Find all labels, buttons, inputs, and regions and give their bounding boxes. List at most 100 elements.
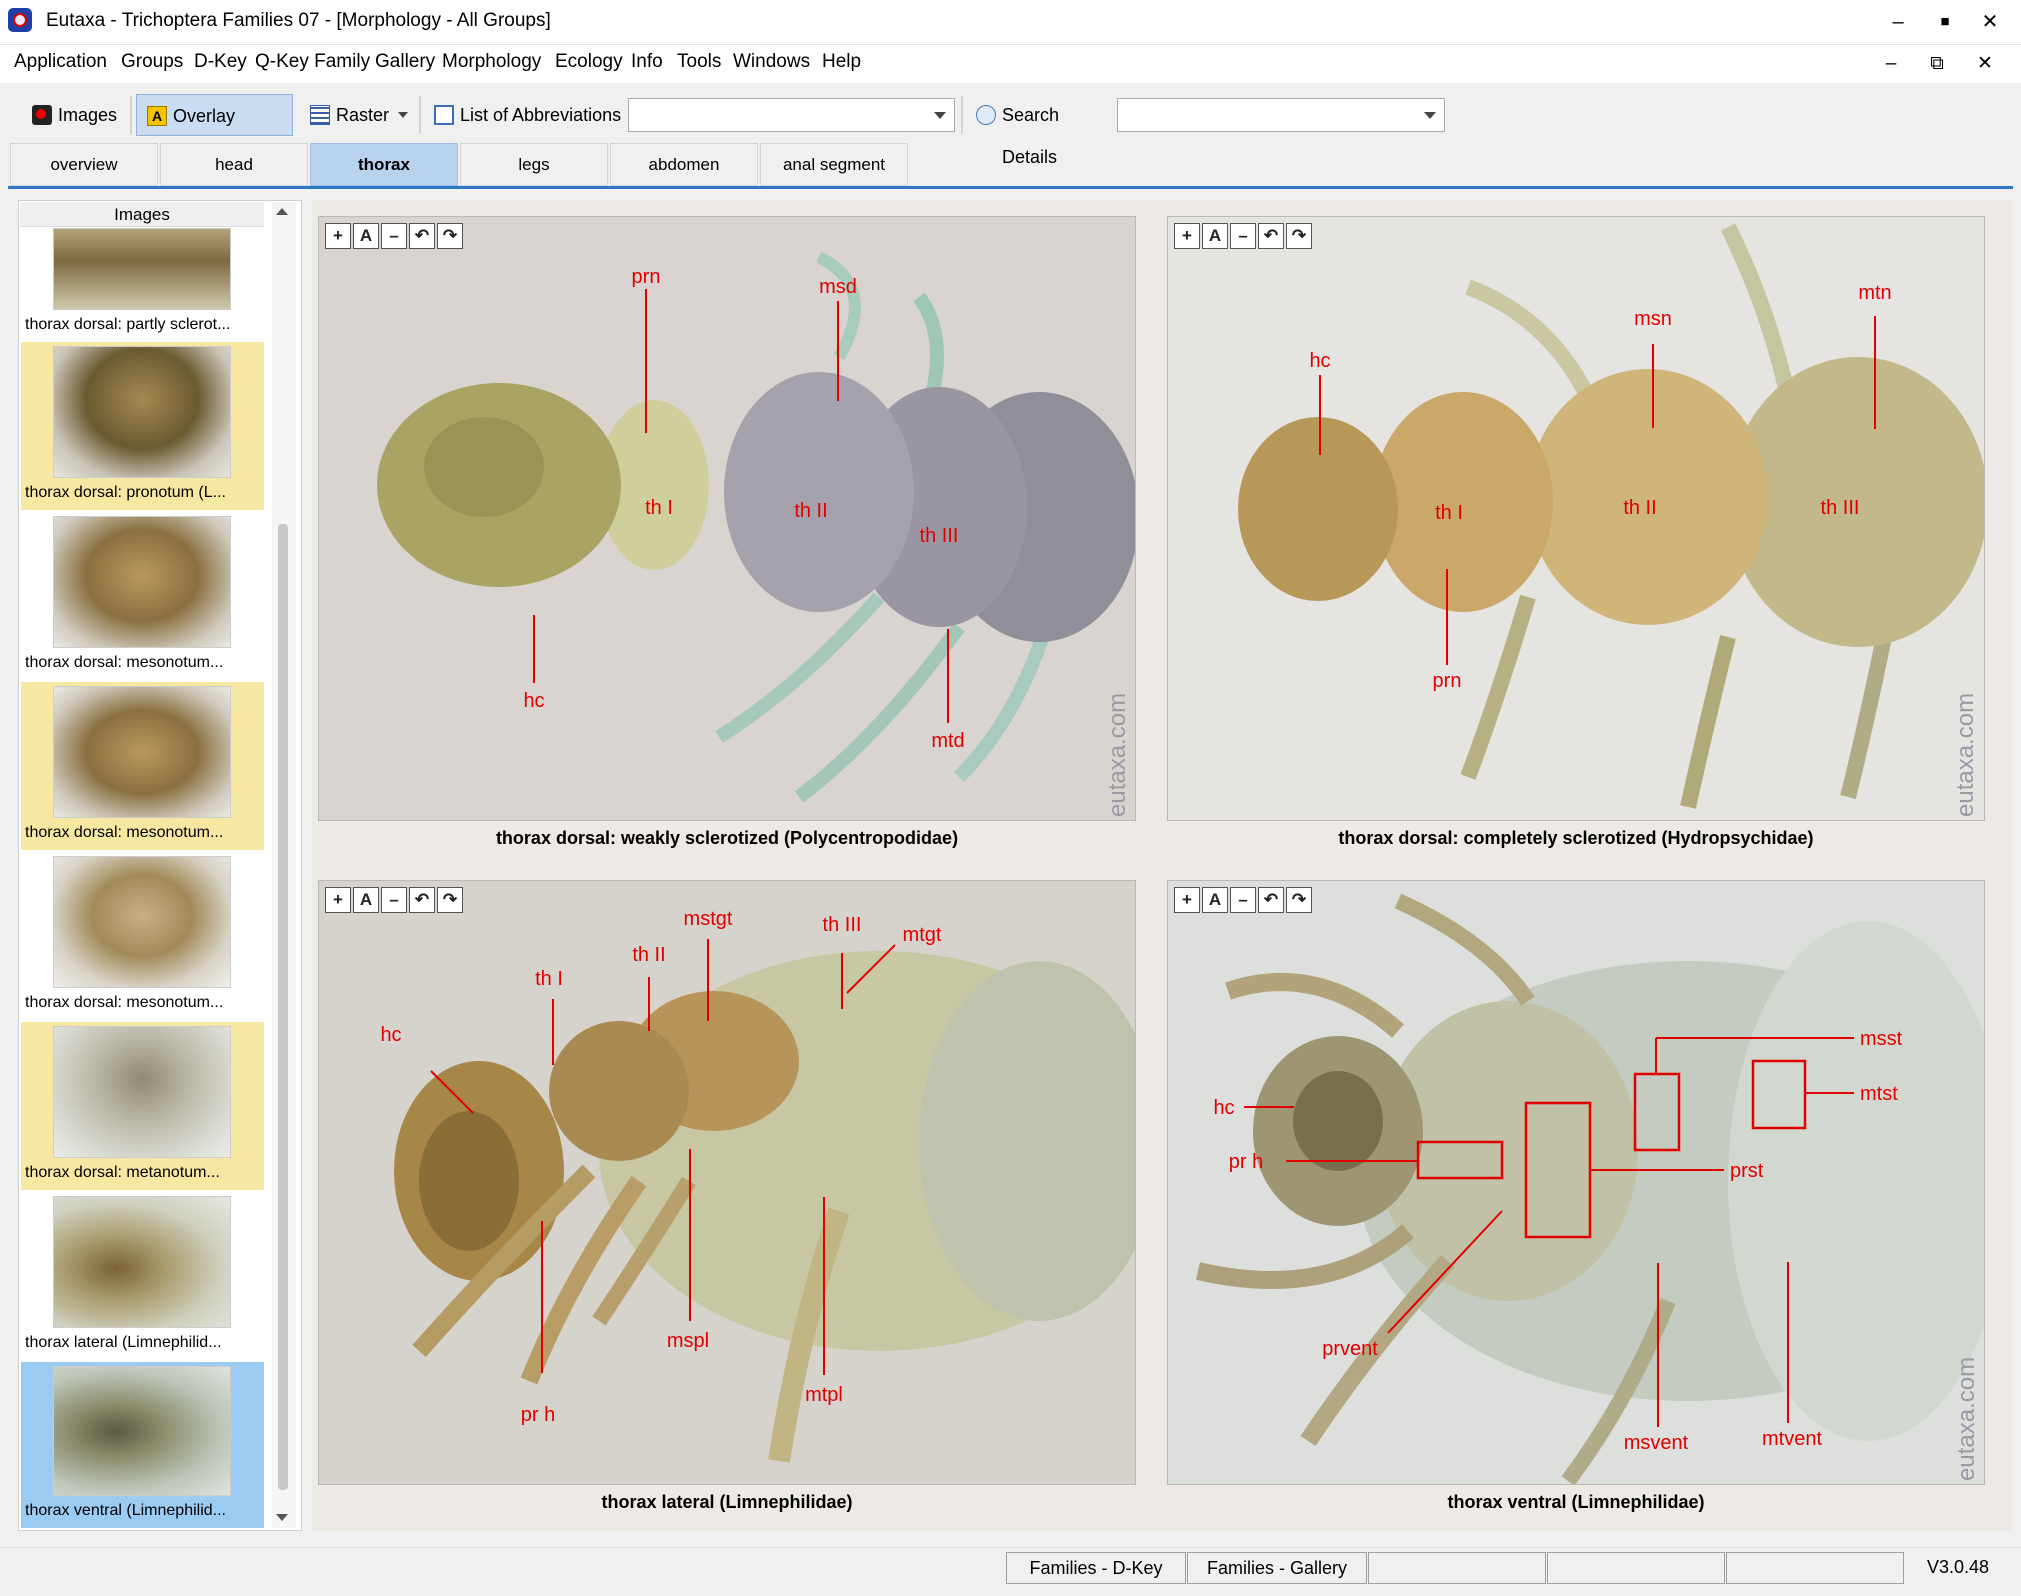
text-overlay-icon[interactable]: A — [353, 887, 379, 913]
annotation-label: th I — [645, 497, 673, 519]
zoom-out-icon[interactable]: – — [1230, 887, 1256, 913]
tab-legs[interactable]: legs — [460, 143, 608, 186]
rotate-right-icon[interactable]: ↷ — [437, 887, 463, 913]
chevron-down-icon[interactable] — [1424, 112, 1436, 119]
text-overlay-icon[interactable]: A — [353, 223, 379, 249]
rotate-left-icon[interactable]: ↶ — [1258, 223, 1284, 249]
watermark: eutaxa.com — [1953, 1357, 1980, 1481]
text-overlay-icon[interactable]: A — [1202, 223, 1228, 249]
rotate-left-icon[interactable]: ↶ — [409, 223, 435, 249]
close-button[interactable]: ✕ — [1970, 6, 2010, 38]
thumbnail-image — [53, 686, 231, 818]
menu-tools[interactable]: Tools — [677, 51, 721, 73]
chevron-down-icon[interactable] — [934, 112, 946, 119]
zoom-in-icon[interactable]: + — [325, 887, 351, 913]
annotation-label: mtgt — [903, 924, 942, 946]
mdi-close-button[interactable]: ✕ — [1968, 50, 2002, 78]
overlay-toggle-button[interactable]: A Overlay On/Off — [136, 94, 293, 168]
image-caption: thorax ventral (Limnephilidae) — [1447, 1492, 1705, 1512]
larva-photo-dorsal-complete: hc msn mtn th I th II th III prn eutaxa.… — [1168, 217, 1984, 820]
menu-ecology[interactable]: Ecology — [555, 51, 623, 73]
image-list-item[interactable]: thorax lateral (Limnephilid... — [21, 1192, 264, 1360]
images-button[interactable]: Images — [22, 94, 126, 136]
thumbnail-caption: thorax ventral (Limnephilid... — [25, 1502, 226, 1519]
tab-head[interactable]: head — [160, 143, 308, 186]
mdi-minimize-button[interactable]: – — [1874, 50, 1908, 78]
image-list-item[interactable]: thorax dorsal: partly sclerot... — [21, 228, 264, 340]
rotate-left-icon[interactable]: ↶ — [1258, 887, 1284, 913]
menu-application[interactable]: Application — [14, 51, 107, 73]
maximize-button[interactable]: ■ — [1925, 6, 1965, 38]
image-list-item[interactable]: thorax dorsal: mesonotum... — [21, 682, 264, 850]
image-panel-dorsal-complete[interactable]: hc msn mtn th I th II th III prn eutaxa.… — [1167, 216, 1985, 821]
image-caption: thorax dorsal: completely sclerotized (H… — [1338, 828, 1814, 848]
zoom-out-icon[interactable]: – — [381, 887, 407, 913]
tab-anal-segment[interactable]: anal segment — [760, 143, 908, 186]
thumbnail-caption: thorax dorsal: mesonotum... — [25, 654, 224, 671]
menu-info[interactable]: Info — [631, 51, 663, 73]
watermark: eutaxa.com — [1104, 693, 1131, 817]
menu-groups[interactable]: Groups — [121, 51, 183, 73]
annotation-label: th II — [794, 500, 827, 522]
image-list-item[interactable]: thorax dorsal: pronotum (L... — [21, 342, 264, 510]
menu-d-key[interactable]: D-Key — [194, 51, 247, 73]
annotation-label: pr h — [521, 1404, 555, 1426]
raster-dropdown[interactable]: Raster — [300, 94, 414, 136]
image-list-item[interactable]: thorax dorsal: mesonotum... — [21, 512, 264, 680]
rotate-right-icon[interactable]: ↷ — [437, 223, 463, 249]
zoom-in-icon[interactable]: + — [1174, 223, 1200, 249]
status-families-d-key[interactable]: Families - D-Key — [1006, 1552, 1186, 1584]
list-icon — [434, 105, 454, 125]
scrollbar-thumb[interactable] — [278, 524, 288, 1490]
watermark: eutaxa.com — [1952, 693, 1979, 817]
image-caption: thorax dorsal: weakly sclerotized (Polyc… — [495, 828, 959, 848]
image-list-item[interactable]: thorax dorsal: mesonotum... — [21, 852, 264, 1020]
tab-thorax[interactable]: thorax — [310, 143, 458, 186]
rotate-left-icon[interactable]: ↶ — [409, 887, 435, 913]
status-families-gallery[interactable]: Families - Gallery — [1187, 1552, 1367, 1584]
toolbar-separator — [961, 96, 963, 134]
annotation-label: hc — [1309, 350, 1330, 372]
scroll-down-arrow-icon[interactable] — [276, 1514, 288, 1521]
rotate-right-icon[interactable]: ↷ — [1286, 223, 1312, 249]
menu-gallery[interactable]: Gallery — [375, 51, 435, 73]
zoom-out-icon[interactable]: – — [1230, 223, 1256, 249]
image-list-item[interactable]: thorax dorsal: metanotum... — [21, 1022, 264, 1190]
image-panel-lateral[interactable]: mstgt th III mtgt th II th I hc mspl pr … — [318, 880, 1136, 1485]
minimize-button[interactable]: – — [1878, 6, 1918, 38]
text-overlay-icon[interactable]: A — [1202, 887, 1228, 913]
thumbnail-image — [53, 346, 231, 478]
larva-photo-ventral: msst hc mtst pr h prst prvent msvent mtv… — [1168, 881, 1984, 1484]
rotate-right-icon[interactable]: ↷ — [1286, 887, 1312, 913]
mdi-restore-button[interactable]: ⧉ — [1920, 50, 1954, 78]
tab-overview[interactable]: overview — [10, 143, 158, 186]
search-details-combo[interactable] — [1117, 98, 1445, 132]
annotation-label: th I — [535, 968, 563, 990]
abbreviations-combo[interactable] — [628, 98, 955, 132]
menu-morphology[interactable]: Morphology — [442, 51, 541, 73]
image-panel-dorsal-weakly[interactable]: prn msd th I th II th III hc mtd eutaxa.… — [318, 216, 1136, 821]
menu-q-key-family[interactable]: Q-Key Family — [255, 51, 370, 73]
thumbnail-image — [53, 856, 231, 988]
menu-help[interactable]: Help — [822, 51, 861, 73]
search-details-button[interactable]: Search Details — [966, 94, 1116, 167]
image-panel-ventral[interactable]: msst hc mtst pr h prst prvent msvent mtv… — [1167, 880, 1985, 1485]
menu-windows[interactable]: Windows — [733, 51, 810, 73]
annotation-label: th II — [1623, 497, 1656, 519]
annotation-label: th III — [823, 914, 862, 936]
list-of-abbreviations-button[interactable]: List of Abbreviations — [424, 94, 624, 136]
annotation-label: th I — [1435, 502, 1463, 524]
image-list-item-selected[interactable]: thorax ventral (Limnephilid... — [21, 1362, 264, 1528]
zoom-out-icon[interactable]: – — [381, 223, 407, 249]
image-list-header: Images — [20, 202, 264, 227]
app-icon[interactable] — [8, 8, 32, 32]
annotation-label: prn — [1433, 670, 1462, 692]
thumbnail-image — [53, 1196, 231, 1328]
scroll-up-arrow-icon[interactable] — [276, 208, 288, 215]
tab-abdomen[interactable]: abdomen — [610, 143, 758, 186]
annotation-label: msst — [1860, 1028, 1903, 1050]
zoom-in-icon[interactable]: + — [325, 223, 351, 249]
zoom-in-icon[interactable]: + — [1174, 887, 1200, 913]
thumbnail-image — [53, 516, 231, 648]
annotation-label: hc — [523, 690, 544, 712]
